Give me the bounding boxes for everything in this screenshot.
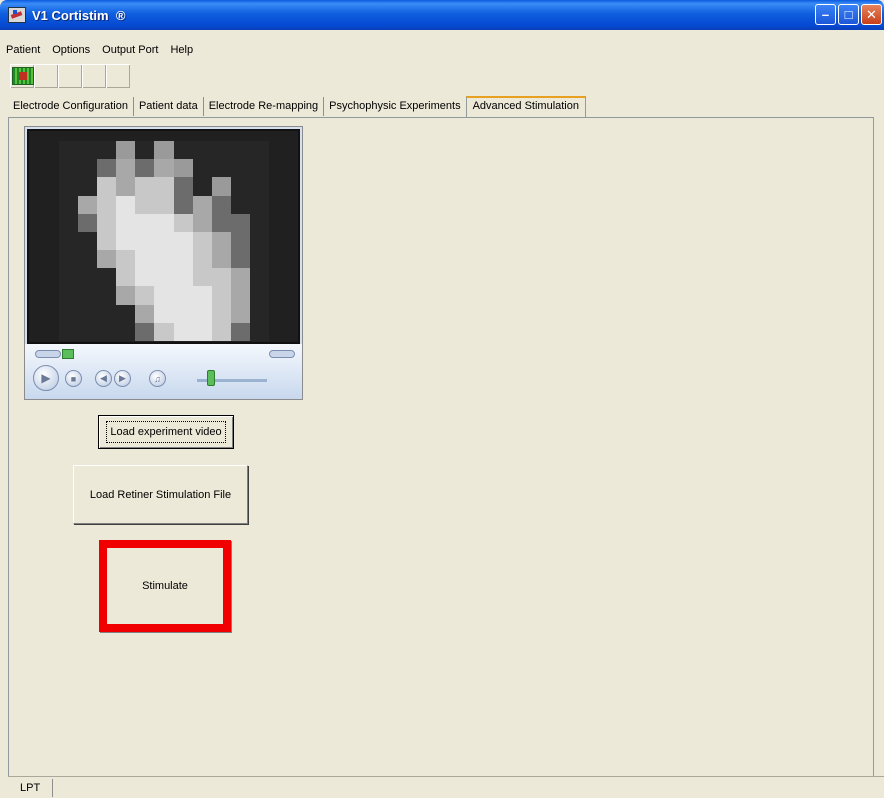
next-icon[interactable]: ▶: [114, 370, 131, 387]
player-controls: ▶ ■ ◀ ▶ ♫: [25, 344, 302, 399]
toolbar-button-3[interactable]: [58, 65, 82, 88]
rewind-pill-icon[interactable]: [35, 350, 61, 358]
toolbar-button-5[interactable]: [106, 65, 130, 88]
app-icon: [8, 7, 26, 23]
tab-patient-data[interactable]: Patient data: [134, 97, 204, 116]
play-icon[interactable]: ▶: [33, 365, 59, 391]
toolbar-button-grid[interactable]: [10, 65, 34, 88]
tab-strip: Electrode Configuration Patient data Ele…: [8, 94, 586, 117]
status-bar: LPT: [8, 776, 884, 798]
grid-icon: [12, 67, 34, 85]
toolbar: [10, 64, 130, 88]
stop-icon[interactable]: ■: [65, 370, 82, 387]
minimize-button[interactable]: –: [815, 4, 836, 25]
menu-patient[interactable]: Patient: [6, 44, 40, 56]
panel-left-border: [8, 118, 9, 776]
tab-electrode-configuration[interactable]: Electrode Configuration: [8, 97, 134, 116]
window-title: V1 Cortistim ®: [32, 7, 126, 23]
tab-advanced-stimulation[interactable]: Advanced Stimulation: [465, 96, 586, 117]
forward-pill-icon[interactable]: [269, 350, 295, 358]
load-retiner-label: Load Retiner Stimulation File: [89, 488, 232, 501]
previous-icon[interactable]: ◀: [95, 370, 112, 387]
media-player: ▶ ■ ◀ ▶ ♫: [24, 126, 303, 400]
status-port: LPT: [8, 778, 54, 797]
menu-options[interactable]: Options: [52, 44, 90, 56]
title-bar[interactable]: V1 Cortistim ® – □ ✕: [0, 0, 884, 30]
panel-right-border: [873, 118, 874, 776]
mute-icon[interactable]: ♫: [149, 370, 166, 387]
seek-thumb[interactable]: [62, 349, 74, 359]
video-display[interactable]: [27, 129, 300, 344]
tab-psychophysic-experiments[interactable]: Psychophysic Experiments: [324, 97, 465, 116]
toolbar-button-4[interactable]: [82, 65, 106, 88]
menu-output-port[interactable]: Output Port: [102, 44, 158, 56]
close-button[interactable]: ✕: [861, 4, 882, 25]
seek-bar[interactable]: [35, 349, 295, 359]
load-experiment-video-button[interactable]: Load experiment video: [98, 415, 234, 449]
toolbar-button-2[interactable]: [34, 65, 58, 88]
volume-thumb[interactable]: [207, 370, 215, 386]
stimulate-button[interactable]: Stimulate: [99, 540, 231, 632]
maximize-button[interactable]: □: [838, 4, 859, 25]
window-controls: – □ ✕: [815, 4, 882, 25]
tab-panel-border: [8, 117, 874, 118]
load-video-label: Load experiment video: [106, 421, 226, 443]
menu-bar: Patient Options Output Port Help: [0, 40, 884, 60]
pixelated-hand-image: [59, 141, 269, 341]
tab-electrode-remapping[interactable]: Electrode Re-mapping: [204, 97, 325, 116]
menu-help[interactable]: Help: [170, 44, 193, 56]
load-retiner-file-button[interactable]: Load Retiner Stimulation File: [73, 465, 248, 524]
stimulate-label: Stimulate: [142, 580, 188, 592]
